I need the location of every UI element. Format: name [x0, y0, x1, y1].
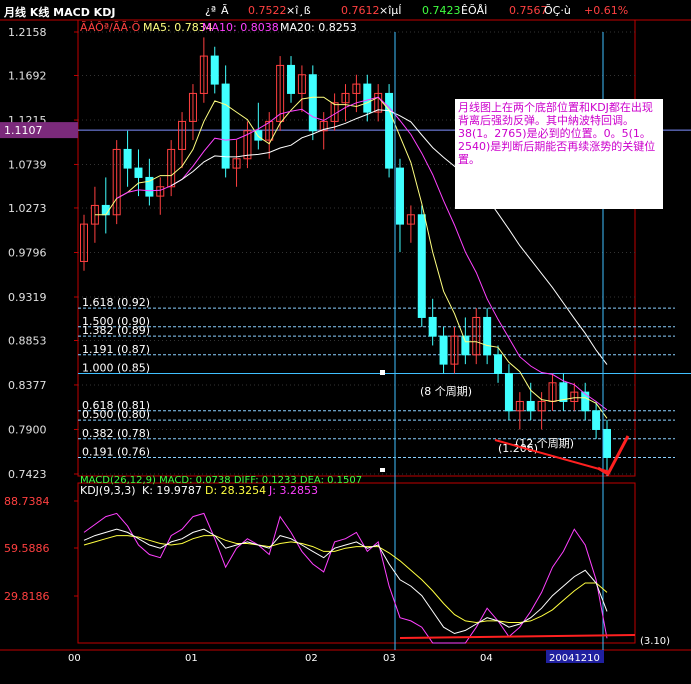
x-axis-label: 03	[383, 653, 396, 664]
candle-body	[603, 428, 611, 458]
cycle-label-3: (1.206)	[498, 442, 538, 455]
price-axis-label: 0.7900	[8, 423, 47, 436]
fib-level-label: 1.000 (0.85)	[82, 361, 150, 374]
candle-body	[101, 204, 110, 216]
price-axis-label: 0.9319	[8, 291, 47, 304]
candle-body	[461, 335, 470, 356]
annotation-box: 月线图上在两个底部位置和KDJ都在出现背离后强劲反弹。其中納波特回调。38(1。…	[455, 99, 663, 209]
marker-square-2	[380, 468, 385, 472]
kdj-legend-prefix: KDJ(9,3,3)	[80, 484, 136, 497]
price-axis-label: 0.8853	[8, 335, 47, 348]
kdj-axis-label: 29.8186	[4, 590, 50, 603]
candle-body	[483, 316, 492, 356]
kdj-panel-frame	[77, 482, 636, 644]
kdj-j-legend: J: 3.2853	[268, 484, 318, 497]
fib-level-label: 0.191 (0.76)	[82, 445, 150, 458]
fib-level-label: 1.191 (0.87)	[82, 343, 150, 356]
kdj-k-legend: K: 19.9787	[142, 484, 202, 497]
price-axis-label: 1.0273	[8, 202, 47, 215]
x-axis-label: 00	[68, 653, 81, 664]
current-price-label: 1.1107	[4, 124, 43, 137]
candle-body	[287, 64, 296, 94]
candle-body	[504, 372, 513, 412]
candle-body	[439, 335, 448, 365]
fib-level-label: 1.382 (0.89)	[82, 324, 150, 337]
price-axis-label: 0.8377	[8, 379, 47, 392]
cycle-label-1: (8 个周期)	[420, 385, 472, 398]
price-axis-label: 0.9796	[8, 246, 47, 259]
candle-body	[134, 167, 143, 178]
candle-body	[526, 400, 535, 412]
candle-body	[428, 316, 437, 337]
candle-body	[363, 83, 372, 113]
fib-level-label: 0.382 (0.78)	[82, 427, 150, 440]
candle-body	[417, 214, 426, 318]
candle-body	[123, 148, 132, 169]
price-axis-label: 1.0739	[8, 158, 47, 171]
fib-level-label: 1.618 (0.92)	[82, 296, 150, 309]
kdj-j-line	[83, 512, 608, 644]
fib-level-label: 0.500 (0.80)	[82, 408, 150, 421]
kdj-d-line	[83, 535, 608, 624]
ma10-legend: MA10: 0.8038	[202, 21, 279, 34]
kdj-d-legend: D: 28.3254	[205, 484, 266, 497]
price-axis-label: 0.7423	[8, 468, 47, 481]
x-axis-label: 04	[480, 653, 493, 664]
kdj-axis-label: 59.5886	[4, 542, 50, 555]
candle-body	[581, 391, 590, 412]
kdj-divergence-line	[399, 634, 636, 639]
candle-body	[592, 410, 601, 430]
x-axis-label: 02	[305, 653, 318, 664]
candle-body	[494, 354, 503, 374]
kdj-axis-label: 88.7384	[4, 495, 50, 508]
x-axis-label: 01	[185, 653, 198, 664]
kdj-right-note: (3.10)	[640, 636, 670, 647]
candle-body	[395, 167, 404, 225]
candle-body	[308, 74, 317, 132]
kdj-k-line	[83, 528, 608, 635]
marker-square-1	[380, 370, 385, 375]
date-box-label: 20041210	[549, 653, 600, 664]
price-axis-label: 1.1692	[8, 69, 47, 82]
candle-body	[210, 55, 219, 85]
price-axis-label: 1.2158	[8, 26, 47, 39]
candle-body	[221, 83, 230, 169]
